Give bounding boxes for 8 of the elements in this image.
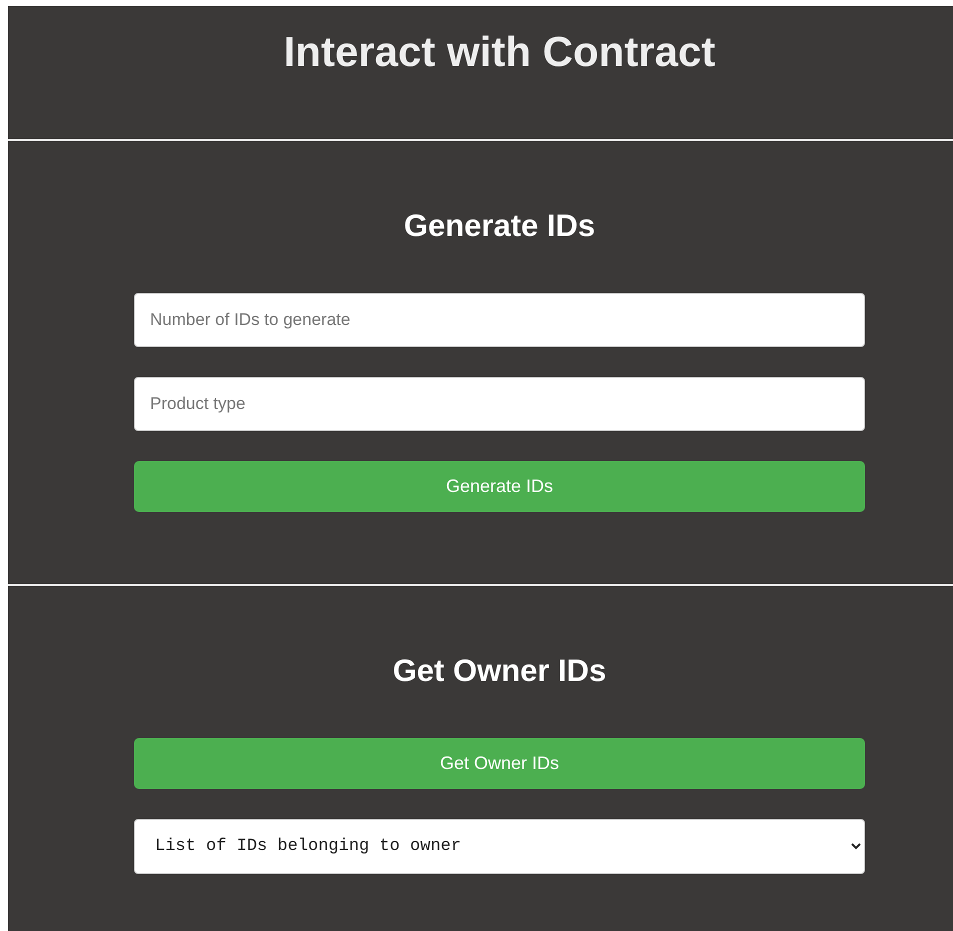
action-button[interactable]: Generate IDs — [134, 461, 865, 512]
action-button[interactable]: Get Owner IDs — [134, 738, 865, 789]
dropdown-select[interactable]: List of IDs belonging to owner — [134, 819, 865, 874]
text-input-field[interactable]: Product type — [134, 377, 865, 431]
page-title: Interact with Contract — [282, 27, 716, 76]
section-heading: Get Owner IDs — [392, 652, 608, 690]
text-input-field[interactable]: Number of IDs to generate — [134, 293, 865, 347]
section-heading: Generate IDs — [402, 207, 596, 245]
